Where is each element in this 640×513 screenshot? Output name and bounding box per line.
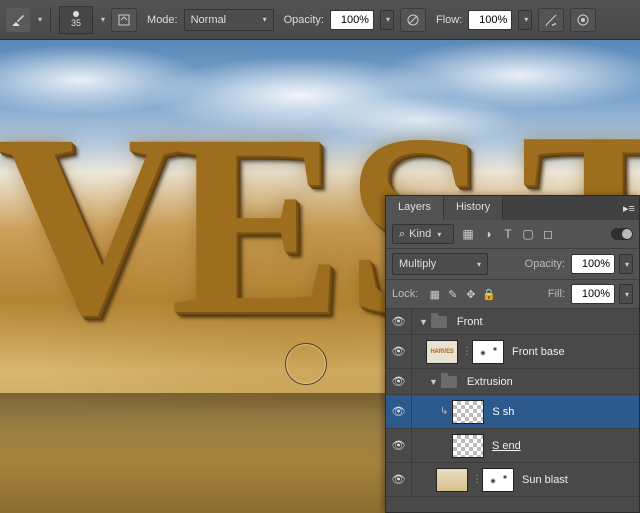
opacity-input[interactable]: 100% [330, 10, 374, 30]
flow-value: 100% [479, 14, 507, 26]
flow-slider-toggle[interactable]: ▾ [518, 10, 532, 30]
layer-mask-thumbnail[interactable] [482, 468, 514, 492]
brush-options-bar: ▾ 35 ▾ Mode: Normal ▾ Opacity: 100% ▾ Fl… [0, 0, 640, 40]
layer-name: S end [492, 440, 521, 452]
layer-s-end[interactable]: 👁 S end [386, 429, 639, 463]
blend-mode-dropdown[interactable]: Normal ▾ [184, 9, 274, 31]
lock-label: Lock: [392, 288, 418, 300]
opacity-slider-toggle[interactable]: ▾ [380, 10, 394, 30]
layer-sun-blast[interactable]: 👁 ⋮ Sun blast [386, 463, 639, 497]
visibility-toggle[interactable]: 👁 [386, 463, 412, 496]
hay-letter-e: E [170, 95, 343, 355]
clip-icon: ↳ [440, 406, 448, 417]
visibility-toggle[interactable]: 👁 [386, 429, 412, 462]
filter-shape-icon[interactable]: ▢ [521, 227, 535, 241]
brush-panel-toggle[interactable] [111, 8, 137, 32]
airbrush-toggle[interactable] [538, 8, 564, 32]
layer-mask-thumbnail[interactable] [472, 340, 504, 364]
folder-icon [441, 376, 457, 388]
fill-arrow[interactable]: ▾ [619, 284, 633, 304]
lock-position-icon[interactable]: ✥ [464, 288, 477, 301]
layer-thumbnail [452, 400, 484, 424]
layer-opacity-label: Opacity: [525, 258, 565, 270]
chevron-down-icon: ▾ [263, 15, 267, 24]
lock-fill-row: Lock: ▦ ✎ ✥ 🔒 Fill: 100% ▾ [386, 280, 639, 309]
brush-dot-icon [73, 11, 79, 17]
brush-tool-icon[interactable] [6, 8, 30, 32]
flow-label: Flow: [436, 14, 462, 26]
opacity-label: Opacity: [284, 14, 324, 26]
chevron-down-icon: ▾ [477, 260, 481, 269]
layer-filter-row: ⌕ Kind ▾ ▦ ◑ T ▢ ◻ [386, 220, 639, 249]
filter-kind-label: Kind [409, 228, 431, 240]
layer-name: Extrusion [467, 376, 513, 388]
layer-name: Front base [512, 346, 565, 358]
layer-opacity-value: 100% [582, 258, 610, 270]
filter-adjust-icon[interactable]: ◑ [481, 227, 495, 241]
lock-transparent-icon[interactable]: ▦ [428, 288, 441, 301]
folder-icon [431, 316, 447, 328]
pressure-size-toggle[interactable] [570, 8, 596, 32]
group-extrusion[interactable]: 👁 ▼ Extrusion [386, 369, 639, 395]
hay-letter-v: V [0, 95, 183, 355]
lock-image-icon[interactable]: ✎ [446, 288, 459, 301]
group-front[interactable]: 👁 ▼ Front [386, 309, 639, 335]
opacity-value: 100% [341, 14, 369, 26]
blend-opacity-row: Multiply ▾ Opacity: 100% ▾ [386, 249, 639, 280]
visibility-toggle[interactable]: 👁 [386, 335, 412, 368]
layer-opacity-arrow[interactable]: ▾ [619, 254, 633, 274]
layer-name: Sun blast [522, 474, 568, 486]
fill-input[interactable]: 100% [571, 284, 615, 304]
layers-panel: Layers History ▸≡ ⌕ Kind ▾ ▦ ◑ T ▢ ◻ Mul… [385, 195, 640, 513]
lock-all-icon[interactable]: 🔒 [482, 288, 495, 301]
brush-size-value: 35 [71, 18, 81, 28]
layer-name: Front [457, 316, 483, 328]
layer-blend-dropdown[interactable]: Multiply ▾ [392, 253, 488, 275]
layer-thumbnail [452, 434, 484, 458]
pressure-opacity-toggle[interactable] [400, 8, 426, 32]
disclosure-triangle-icon[interactable]: ▼ [419, 317, 428, 327]
panel-tabs: Layers History ▸≡ [386, 196, 639, 220]
filter-type-dropdown[interactable]: ⌕ Kind ▾ [392, 224, 454, 244]
brush-cursor-icon [285, 343, 327, 385]
visibility-toggle[interactable]: 👁 [386, 395, 412, 428]
tab-history[interactable]: History [444, 196, 503, 220]
filter-smart-icon[interactable]: ◻ [541, 227, 555, 241]
filter-switch[interactable] [611, 228, 633, 240]
search-icon: ⌕ [399, 228, 405, 241]
blend-mode-value: Normal [191, 14, 226, 26]
fill-value: 100% [582, 288, 610, 300]
divider [50, 7, 51, 33]
brush-preset-picker[interactable]: 35 [59, 6, 93, 34]
layer-name: S sh [492, 406, 514, 418]
panel-menu-icon[interactable]: ▸≡ [619, 196, 639, 220]
layer-blend-value: Multiply [399, 258, 436, 270]
layer-thumbnail [426, 340, 458, 364]
filter-pixel-icon[interactable]: ▦ [461, 227, 475, 241]
brush-picker-arrow[interactable]: ▾ [101, 15, 105, 24]
filter-type-icons: ▦ ◑ T ▢ ◻ [461, 227, 555, 241]
fill-label: Fill: [548, 288, 565, 300]
layer-front-base[interactable]: 👁 ⋮ Front base [386, 335, 639, 369]
disclosure-triangle-icon[interactable]: ▼ [429, 377, 438, 387]
flow-input[interactable]: 100% [468, 10, 512, 30]
filter-type-icon[interactable]: T [501, 227, 515, 241]
layer-opacity-input[interactable]: 100% [571, 254, 615, 274]
layer-s-sh[interactable]: 👁 ↳ S sh [386, 395, 639, 429]
tab-layers[interactable]: Layers [386, 196, 444, 220]
mask-link-icon[interactable]: ⋮ [462, 346, 472, 357]
visibility-toggle[interactable]: 👁 [386, 309, 412, 334]
layer-thumbnail [436, 468, 468, 492]
tool-preset-arrow[interactable]: ▾ [38, 15, 42, 24]
layers-list: 👁 ▼ Front 👁 ⋮ Front base 👁 ▼ Extrusion [386, 309, 639, 512]
mask-link-icon[interactable]: ⋮ [472, 474, 482, 485]
visibility-toggle[interactable]: 👁 [386, 369, 412, 394]
mode-label: Mode: [147, 14, 178, 26]
chevron-down-icon: ▾ [437, 230, 441, 239]
